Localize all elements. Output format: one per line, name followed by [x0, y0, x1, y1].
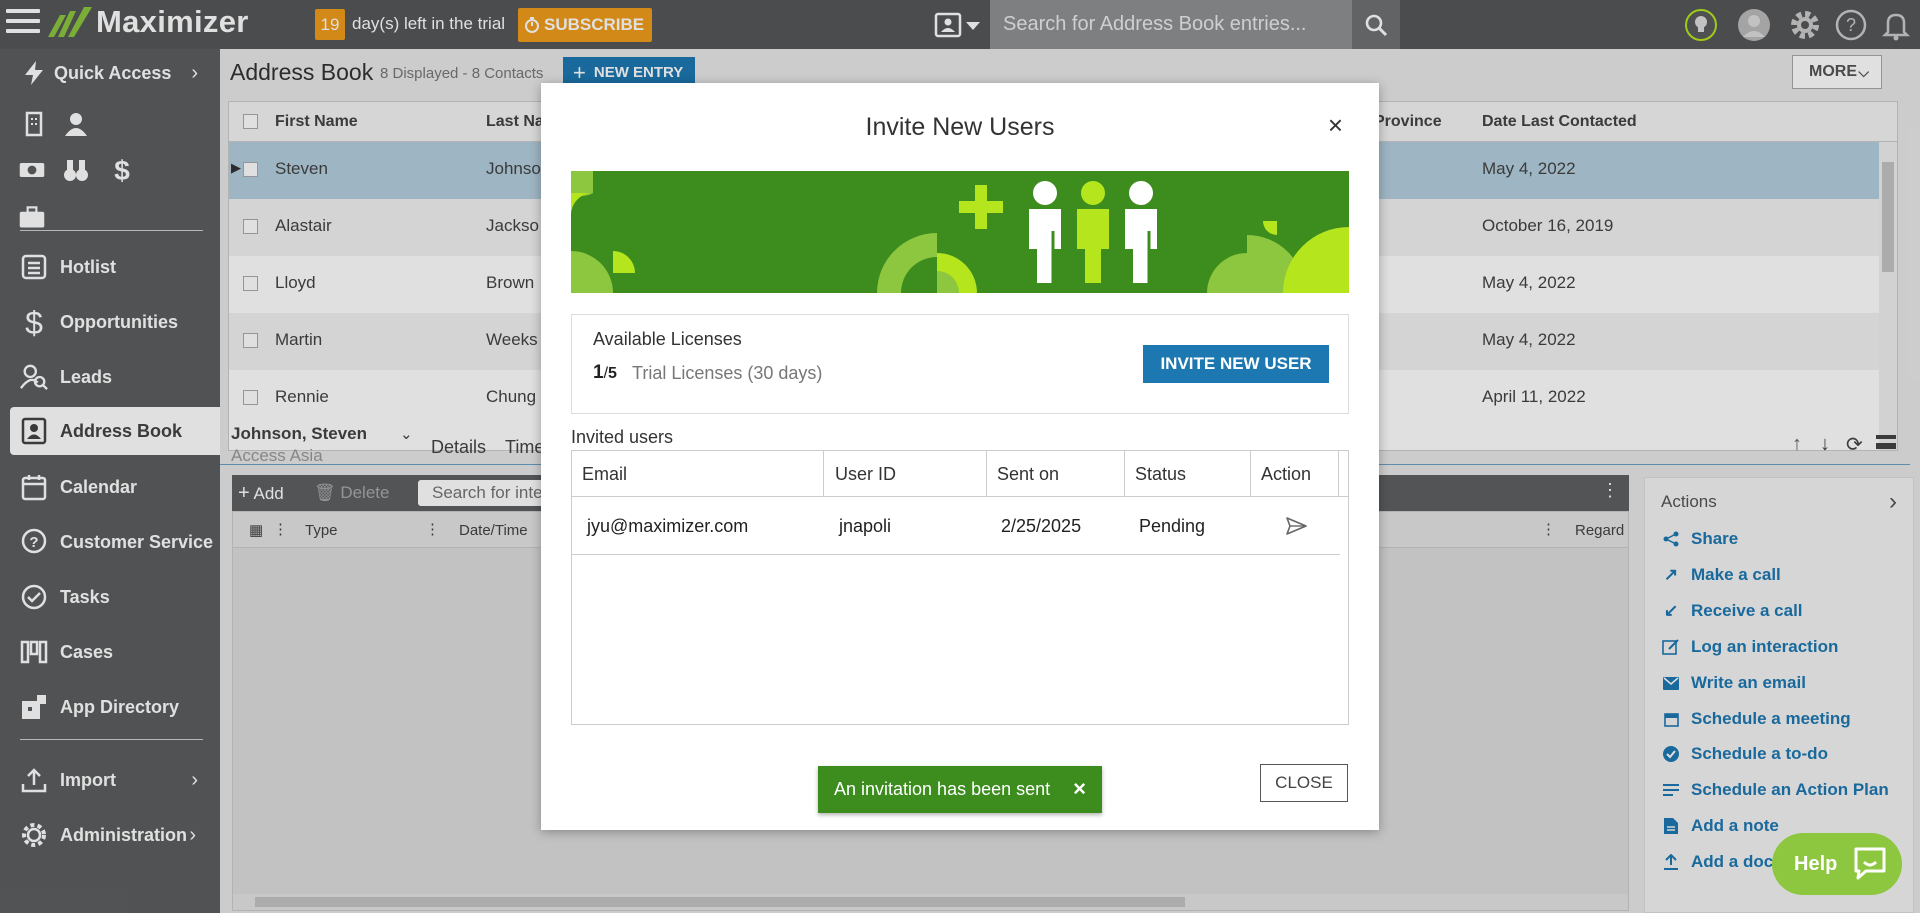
column-header: Email	[582, 464, 628, 484]
licenses-box: Available Licenses 1/5 Trial Licenses (3…	[571, 314, 1349, 414]
invite-sent-on: 2/25/2025	[1001, 516, 1082, 536]
close-button[interactable]: CLOSE	[1260, 764, 1348, 802]
invite-email: jyu@maximizer.com	[587, 516, 749, 536]
column-divider	[823, 451, 824, 497]
invite-status: Pending	[1139, 516, 1206, 536]
column-header: User ID	[835, 464, 897, 484]
column-divider	[1250, 451, 1251, 497]
help-button[interactable]: Help	[1772, 833, 1902, 895]
column-header: Sent on	[997, 464, 1060, 484]
invite-user-id: jnapoli	[839, 516, 892, 536]
table-header: Email User ID Sent on Status Action	[572, 451, 1348, 497]
licenses-total: 5	[608, 365, 617, 382]
people-illustration	[571, 171, 1349, 293]
column-divider	[1338, 451, 1339, 497]
help-label: Help	[1794, 852, 1838, 875]
close-icon[interactable]: ×	[1073, 778, 1086, 800]
invite-users-dialog: Invite New Users × Available Licenses 1/…	[541, 83, 1379, 830]
invitation-sent-toast: An invitation has been sent ×	[818, 766, 1102, 813]
invite-banner	[571, 171, 1349, 293]
licenses-description: Trial Licenses (30 days)	[632, 363, 823, 383]
invited-users-label: Invited users	[571, 427, 674, 447]
column-divider	[986, 451, 987, 497]
invite-new-user-button[interactable]: INVITE NEW USER	[1143, 345, 1329, 383]
column-divider	[1124, 451, 1125, 497]
licenses-title: Available Licenses	[593, 329, 742, 349]
column-header: Status	[1135, 464, 1187, 484]
dialog-title: Invite New Users	[865, 113, 1055, 141]
licenses-count: 1/5	[593, 362, 617, 383]
licenses-used: 1	[593, 362, 604, 383]
toast-message: An invitation has been sent	[834, 779, 1051, 799]
invited-users-table: Email User ID Sent on Status Action jyu@…	[571, 450, 1349, 725]
column-header: Action	[1261, 464, 1312, 484]
table-row: jyu@maximizer.com jnapoli 2/25/2025 Pend…	[572, 497, 1340, 555]
chat-bubble-icon	[1854, 847, 1886, 880]
resend-invite-icon[interactable]	[1284, 514, 1308, 538]
close-icon[interactable]: ×	[1328, 112, 1343, 138]
